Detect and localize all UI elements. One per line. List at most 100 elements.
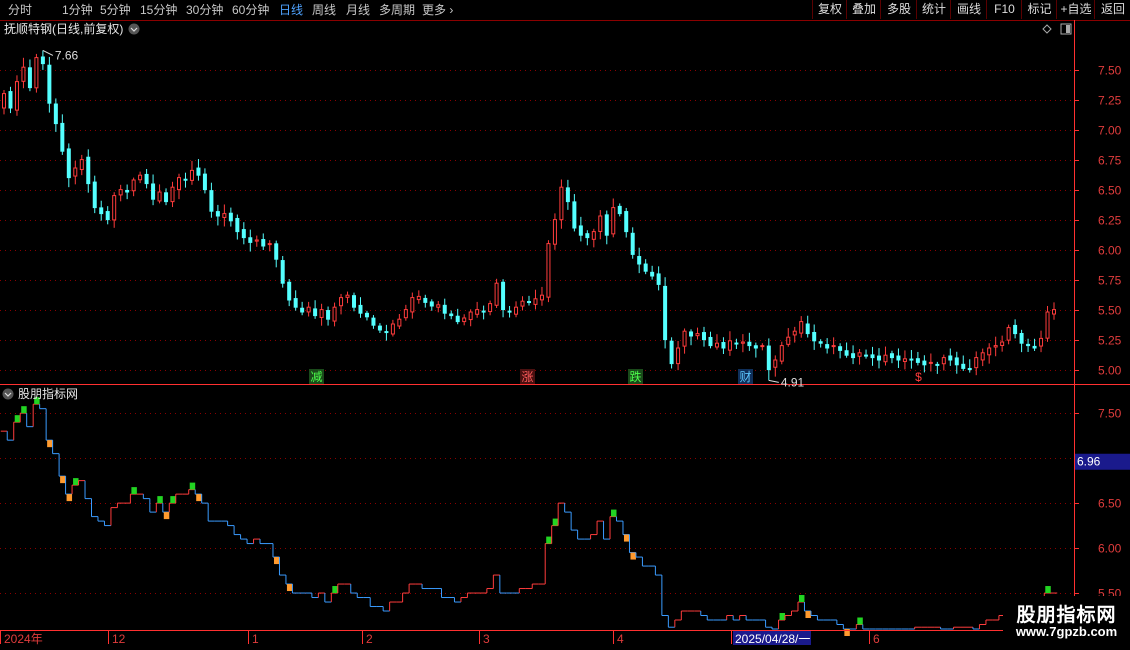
- candle-body-6: [40, 56, 45, 65]
- candle-body-60: [390, 323, 395, 335]
- candle-body-114: [740, 341, 745, 344]
- period-tab-3[interactable]: 15分钟: [140, 2, 177, 18]
- candle-body-124: [805, 323, 810, 335]
- period-tab-5[interactable]: 60分钟: [232, 2, 269, 18]
- x-label-5: 4: [617, 632, 624, 646]
- candle-body-29: [189, 169, 194, 181]
- toolbar-button-8[interactable]: 返回: [1094, 0, 1130, 19]
- candle-body-2: [14, 81, 19, 111]
- toolbar-button-4[interactable]: 画线: [950, 0, 987, 19]
- candle-body-48: [313, 308, 318, 317]
- x-label-6: 2025/04/28/一: [735, 632, 810, 646]
- step-block-97: [630, 552, 636, 560]
- candle-body-31: [202, 173, 207, 191]
- step-block-96: [623, 534, 630, 542]
- candle-body-58: [377, 325, 382, 331]
- candle-body-74: [481, 310, 486, 313]
- candle-body-44: [287, 281, 292, 301]
- step-block-24: [157, 496, 163, 504]
- period-tab-0[interactable]: 分时: [8, 2, 32, 18]
- candle-body-75: [488, 303, 493, 313]
- candle-body-38: [248, 237, 253, 243]
- watermark-url: www.7gpzb.com: [1015, 624, 1118, 639]
- period-tab-6[interactable]: 日线: [279, 2, 303, 18]
- candle-body-142: [922, 360, 927, 366]
- candle-body-50: [326, 310, 331, 320]
- candle-body-21: [138, 174, 143, 181]
- candle-body-36: [235, 217, 240, 233]
- x-label-0: 2024年: [4, 632, 43, 646]
- main-tick-label-1: 5.25: [1098, 334, 1122, 348]
- candle-body-54: [352, 295, 356, 308]
- period-tab-4[interactable]: 30分钟: [186, 2, 223, 18]
- candle-body-16: [105, 211, 110, 221]
- candle-body-88: [572, 201, 577, 229]
- candle-body-136: [883, 354, 888, 363]
- period-tab-7[interactable]: 周线: [312, 2, 336, 18]
- candle-body-8: [53, 103, 58, 125]
- candle-body-69: [449, 313, 454, 317]
- event-marker-0: 减: [310, 370, 322, 384]
- x-label-1: 12: [112, 632, 126, 646]
- candle-body-45: [293, 298, 298, 308]
- main-tick-label-6: 6.50: [1098, 184, 1122, 198]
- candle-body-162: [1052, 309, 1056, 315]
- candle-body-11: [73, 167, 78, 177]
- candle-body-137: [889, 353, 894, 359]
- candle-body-155: [1006, 327, 1011, 341]
- toolbar-button-5[interactable]: F10: [986, 0, 1022, 19]
- main-tick-label-5: 6.25: [1098, 214, 1122, 228]
- watermark-title: 股朋指标网: [1016, 605, 1117, 626]
- candle-body-28: [183, 178, 188, 181]
- step-block-44: [286, 584, 293, 592]
- ind-tick-label-2: 6.50: [1098, 497, 1122, 511]
- main-tick-label-0: 5.00: [1098, 364, 1122, 378]
- candle-body-47: [306, 306, 311, 313]
- candle-body-4: [27, 67, 32, 89]
- toolbar-button-2[interactable]: 多股: [880, 0, 917, 19]
- step-block-2: [14, 415, 21, 423]
- candle-body-25: [164, 192, 169, 203]
- candle-body-41: [267, 243, 272, 246]
- candle-body-19: [125, 189, 130, 193]
- candle-body-135: [877, 355, 881, 361]
- step-block-120: [779, 613, 786, 621]
- candle-body-140: [909, 358, 914, 361]
- main-tick-label-3: 5.75: [1098, 274, 1122, 288]
- candle-body-111: [721, 342, 726, 349]
- candle-body-154: [1000, 341, 1005, 346]
- candle-body-22: [144, 173, 149, 185]
- toolbar-button-0[interactable]: 复权: [812, 0, 847, 19]
- toolbar-button-3[interactable]: 统计: [916, 0, 951, 19]
- step-block-29: [189, 482, 196, 490]
- candle-body-7: [47, 64, 52, 104]
- period-tab-9[interactable]: 多周期: [379, 2, 415, 18]
- candle-body-160: [1039, 337, 1044, 347]
- candle-body-61: [397, 318, 402, 327]
- period-tab-1[interactable]: 1分钟: [62, 2, 93, 18]
- toolbar-button-6[interactable]: 标记: [1021, 0, 1057, 19]
- ind-tick-label-4: 7.50: [1098, 407, 1122, 421]
- period-tab-8[interactable]: 月线: [346, 2, 370, 18]
- candle-body-110: [714, 342, 719, 348]
- candle-body-55: [358, 304, 363, 314]
- step-block-11: [73, 478, 79, 486]
- candle-body-139: [902, 358, 907, 362]
- candle-body-115: [747, 341, 752, 347]
- period-tab-2[interactable]: 5分钟: [100, 2, 131, 18]
- toolbar-button-7[interactable]: +自选: [1056, 0, 1095, 19]
- candle-body-87: [565, 187, 570, 203]
- candle-body-90: [585, 233, 590, 239]
- candle-body-81: [527, 301, 531, 304]
- candle-body-37: [241, 229, 246, 239]
- toolbar-button-1[interactable]: 叠加: [846, 0, 881, 19]
- period-tab-10[interactable]: 更多 ›: [422, 2, 453, 18]
- candle-body-149: [967, 367, 972, 371]
- candle-body-27: [177, 177, 181, 191]
- candle-body-82: [533, 298, 538, 305]
- candle-body-117: [760, 345, 765, 348]
- candle-body-146: [948, 355, 953, 361]
- candle-body-51: [332, 306, 337, 322]
- candle-body-17: [112, 195, 117, 221]
- main-tick-label-4: 6.00: [1098, 244, 1122, 258]
